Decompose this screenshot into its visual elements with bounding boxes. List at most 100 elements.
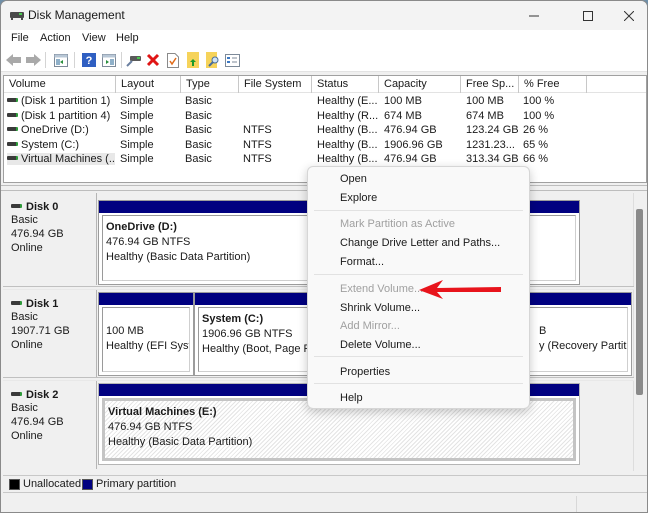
menu-item-properties[interactable]: Properties bbox=[340, 366, 390, 378]
menu-separator bbox=[314, 383, 523, 384]
annotation-arrow-icon bbox=[419, 280, 501, 299]
forward-button[interactable] bbox=[25, 52, 41, 68]
volume-row[interactable]: OneDrive (D:) Simple Basic NTFS Healthy … bbox=[4, 123, 646, 138]
legend-label-unallocated: Unallocated bbox=[23, 478, 82, 490]
column-header-type[interactable]: Type bbox=[181, 76, 239, 93]
connect-drive-icon bbox=[126, 56, 141, 67]
volume-layout: Simple bbox=[120, 109, 154, 122]
column-header-volume[interactable]: Volume bbox=[4, 76, 116, 93]
folder-up-button[interactable] bbox=[185, 52, 201, 68]
menu-separator bbox=[314, 274, 523, 275]
volume-icon bbox=[7, 112, 18, 117]
show-hide-console-tree-button[interactable] bbox=[53, 52, 69, 68]
volume-capacity: 1906.96 GB bbox=[384, 138, 443, 151]
volume-type: Basic bbox=[185, 95, 212, 107]
disk-icon bbox=[11, 301, 22, 306]
disk-size: 476.94 GB bbox=[11, 228, 64, 240]
show-hide-action-pane-button[interactable] bbox=[101, 52, 117, 68]
status-bar bbox=[1, 494, 647, 512]
folder-search-button[interactable] bbox=[205, 52, 221, 68]
volume-row[interactable]: (Disk 1 partition 1) Simple Basic Health… bbox=[4, 94, 646, 109]
properties-button[interactable] bbox=[165, 52, 181, 68]
menu-separator bbox=[314, 356, 523, 357]
connect-drive-button[interactable] bbox=[126, 52, 142, 68]
menu-help[interactable]: Help bbox=[116, 32, 139, 44]
disk-management-window: Disk Management File Action View Help ? bbox=[0, 0, 648, 513]
menu-item-shrink-volume[interactable]: Shrink Volume... bbox=[340, 302, 420, 314]
delete-button[interactable] bbox=[145, 52, 161, 68]
volume-file-system: NTFS bbox=[243, 124, 272, 137]
volume-layout: Simple bbox=[120, 138, 154, 151]
close-button[interactable] bbox=[606, 1, 647, 30]
menu-item-format[interactable]: Format... bbox=[340, 256, 384, 268]
partition-recovery[interactable]: B y (Recovery Partitior bbox=[524, 292, 632, 376]
column-header-layout[interactable]: Layout bbox=[116, 76, 181, 93]
svg-text:?: ? bbox=[86, 55, 93, 67]
volume-free-space: 100 MB bbox=[466, 95, 504, 107]
back-arrow-icon bbox=[6, 54, 21, 66]
help-icon: ? bbox=[82, 53, 96, 67]
back-button[interactable] bbox=[6, 52, 22, 68]
show-hide-action-pane-icon bbox=[102, 53, 116, 67]
column-header-capacity[interactable]: Capacity bbox=[379, 76, 461, 93]
menu-item-help[interactable]: Help bbox=[340, 392, 363, 404]
column-header-status[interactable]: Status bbox=[312, 76, 379, 93]
menu-item-delete-volume[interactable]: Delete Volume... bbox=[340, 339, 421, 351]
partition-efi[interactable]: 100 MB Healthy (EFI Syste bbox=[98, 292, 194, 376]
folder-search-icon bbox=[206, 52, 219, 68]
volume-layout: Simple bbox=[120, 95, 154, 107]
volume-status: Healthy (B... bbox=[317, 124, 378, 137]
volume-capacity: 674 MB bbox=[384, 109, 422, 122]
column-header-free-space[interactable]: Free Sp... bbox=[461, 76, 519, 93]
graphical-view-scrollbar[interactable] bbox=[635, 193, 645, 471]
volume-percent-free: 26 % bbox=[523, 124, 549, 137]
partition-status: Healthy (EFI Syste bbox=[106, 340, 190, 352]
help-button[interactable]: ? bbox=[81, 52, 97, 68]
volume-type: Basic bbox=[185, 138, 212, 151]
disk-state: Online bbox=[11, 430, 43, 442]
disk-2-label[interactable]: Disk 2 Basic 476.94 GB Online bbox=[3, 381, 97, 469]
menu-item-open[interactable]: Open bbox=[340, 173, 367, 185]
primary-partition-bar bbox=[525, 293, 631, 305]
column-header-percent-free[interactable]: % Free bbox=[519, 76, 587, 93]
scrollbar-thumb[interactable] bbox=[636, 209, 643, 395]
volume-capacity: 476.94 GB bbox=[384, 153, 437, 166]
minimize-button[interactable] bbox=[511, 1, 557, 30]
volume-status: Healthy (E... bbox=[317, 95, 378, 107]
disk-0-label[interactable]: Disk 0 Basic 476.94 GB Online bbox=[3, 193, 97, 285]
partition-status: y (Recovery Partitior bbox=[539, 340, 627, 352]
partition-size: B bbox=[539, 325, 547, 337]
minimize-icon bbox=[529, 15, 539, 16]
maximize-button[interactable] bbox=[565, 1, 611, 30]
partition-size: 100 MB bbox=[106, 325, 144, 337]
volume-percent-free: 100 % bbox=[523, 109, 555, 122]
volume-free-space: 1231.23... bbox=[466, 138, 515, 151]
volume-row[interactable]: (Disk 1 partition 4) Simple Basic Health… bbox=[4, 109, 646, 124]
settings-list-button[interactable] bbox=[224, 52, 240, 68]
toolbar: ? bbox=[1, 48, 647, 72]
disk-type: Basic bbox=[11, 311, 38, 323]
column-header-file-system[interactable]: File System bbox=[239, 76, 312, 93]
menu-item-change-drive-letter[interactable]: Change Drive Letter and Paths... bbox=[340, 237, 500, 249]
volume-layout: Simple bbox=[120, 124, 154, 137]
volume-row-selected[interactable]: Virtual Machines (... Simple Basic NTFS … bbox=[4, 152, 646, 167]
disk-name: Disk 1 bbox=[26, 298, 59, 310]
menu-action[interactable]: Action bbox=[40, 32, 71, 44]
disk-state: Online bbox=[11, 242, 43, 254]
toolbar-separator bbox=[121, 52, 122, 68]
toolbar-separator bbox=[74, 52, 75, 68]
volume-name: (Disk 1 partition 1) bbox=[7, 95, 117, 107]
volume-status: Healthy (B... bbox=[317, 153, 378, 166]
menu-item-explore[interactable]: Explore bbox=[340, 192, 377, 204]
partition-status: Healthy (Basic Data Partition) bbox=[108, 436, 253, 448]
legend: Unallocated Primary partition bbox=[3, 475, 647, 493]
menu-file[interactable]: File bbox=[11, 32, 29, 44]
menu-view[interactable]: View bbox=[82, 32, 106, 44]
volume-icon bbox=[7, 141, 18, 146]
volume-status: Healthy (B... bbox=[317, 138, 378, 151]
disk-1-label[interactable]: Disk 1 Basic 1907.71 GB Online bbox=[3, 290, 97, 378]
volume-row[interactable]: System (C:) Simple Basic NTFS Healthy (B… bbox=[4, 138, 646, 153]
volume-name: System (C:) bbox=[7, 139, 117, 151]
close-icon bbox=[624, 10, 634, 21]
delete-icon bbox=[146, 53, 160, 67]
